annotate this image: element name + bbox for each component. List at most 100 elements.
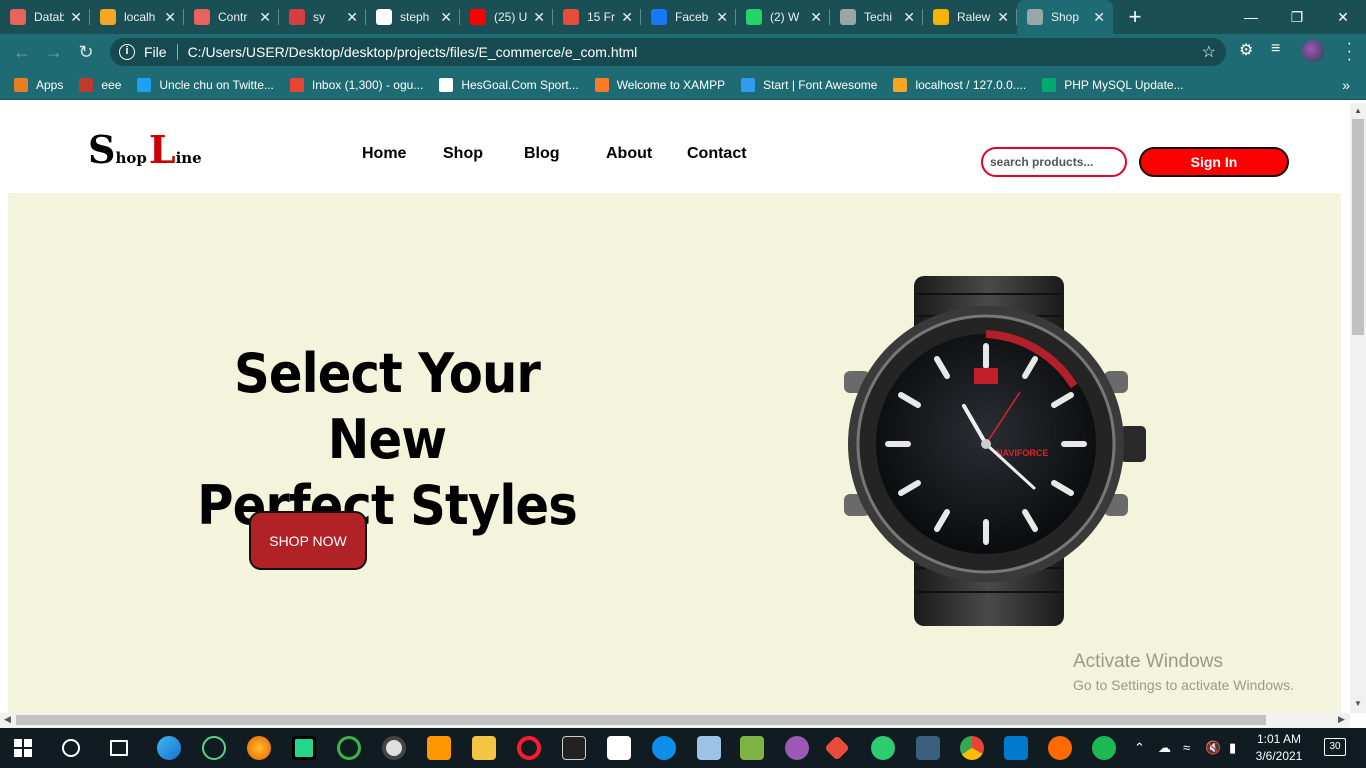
atom-icon[interactable] xyxy=(202,736,226,760)
horizontal-scrollbar[interactable]: ◀ ▶ xyxy=(0,713,1350,728)
nav-about[interactable]: About xyxy=(606,145,652,163)
tab-close-icon[interactable]: ✕ xyxy=(440,9,452,26)
tab-close-icon[interactable]: ✕ xyxy=(621,9,633,26)
scroll-right-icon[interactable]: ▶ xyxy=(1338,714,1345,725)
scroll-down-icon[interactable]: ▼ xyxy=(1354,699,1362,708)
browser-tab[interactable]: Techi ✕ xyxy=(830,0,923,34)
browser-tab[interactable]: Contr ✕ xyxy=(184,0,279,34)
tab-close-icon[interactable]: ✕ xyxy=(903,9,915,26)
bookmark-item[interactable]: eee xyxy=(79,77,121,92)
battery-icon[interactable]: ▮ xyxy=(1229,740,1236,756)
tab-close-icon[interactable]: ✕ xyxy=(533,9,545,26)
extensions-puzzle-icon[interactable]: ⚙ xyxy=(1239,40,1253,60)
restore-icon[interactable]: ❐ xyxy=(1274,0,1320,34)
close-window-icon[interactable]: ✕ xyxy=(1320,0,1366,34)
bookmark-item[interactable]: Uncle chu on Twitte... xyxy=(137,77,274,92)
media-player-icon[interactable] xyxy=(382,736,406,760)
menu-kebab-icon[interactable]: · · · xyxy=(1347,36,1352,68)
vertical-scrollbar[interactable]: ▲ ▼ xyxy=(1350,103,1366,713)
nav-shop[interactable]: Shop xyxy=(443,145,483,163)
chart-app-icon[interactable] xyxy=(740,736,764,760)
vertical-scroll-thumb[interactable] xyxy=(1352,119,1364,335)
browser-tab[interactable]: (25) U ✕ xyxy=(460,0,553,34)
bookmark-item[interactable]: Start | Font Awesome xyxy=(741,77,877,92)
tray-overflow-icon[interactable]: ⌃ xyxy=(1134,740,1145,756)
chrome-icon[interactable] xyxy=(960,736,984,760)
reload-icon[interactable]: ↻ xyxy=(70,42,102,63)
tab-close-icon[interactable]: ✕ xyxy=(164,9,176,26)
browser-tab[interactable]: Faceb ✕ xyxy=(641,0,736,34)
mysql-workbench-icon[interactable] xyxy=(916,736,940,760)
task-view-icon[interactable] xyxy=(110,740,128,756)
bookmark-label: Welcome to XAMPP xyxy=(616,77,726,92)
onedrive-icon[interactable]: ☁ xyxy=(1158,740,1171,756)
back-icon[interactable]: ← xyxy=(6,42,38,63)
browser-tab[interactable]: steph ✕ xyxy=(366,0,460,34)
site-logo[interactable]: S hop L ine xyxy=(88,131,204,169)
browser-tab[interactable]: Shop ✕ xyxy=(1017,0,1113,34)
scroll-up-icon[interactable]: ▲ xyxy=(1354,106,1362,115)
profile-avatar[interactable] xyxy=(1302,40,1324,62)
site-info-icon[interactable]: i xyxy=(119,44,135,60)
bookmarks-overflow-icon[interactable]: » xyxy=(1342,77,1350,93)
tab-close-icon[interactable]: ✕ xyxy=(70,9,82,26)
logo-text-hop: hop xyxy=(115,149,147,167)
app-tile-icon[interactable] xyxy=(697,736,721,760)
cat-app-icon[interactable] xyxy=(785,736,809,760)
new-tab-button[interactable]: + xyxy=(1123,4,1147,30)
horizontal-scroll-thumb[interactable] xyxy=(16,715,1266,725)
vscode-icon[interactable] xyxy=(1004,736,1028,760)
nav-blog[interactable]: Blog xyxy=(524,145,560,163)
media-queue-icon[interactable]: ≡ xyxy=(1271,40,1280,58)
edge-icon[interactable] xyxy=(157,736,181,760)
bookmark-item[interactable]: PHP MySQL Update... xyxy=(1042,77,1184,92)
wifi-icon[interactable]: ≈ xyxy=(1183,740,1190,755)
browser-tab[interactable]: Datab ✕ xyxy=(0,0,90,34)
browser-tab[interactable]: Ralew ✕ xyxy=(923,0,1017,34)
bookmark-star-icon[interactable]: ☆ xyxy=(1202,42,1216,62)
tab-close-icon[interactable]: ✕ xyxy=(1093,9,1105,26)
bookmark-item[interactable]: HesGoal.Com Sport... xyxy=(439,77,579,92)
tab-close-icon[interactable]: ✕ xyxy=(346,9,358,26)
system-clock[interactable]: 1:01 AM 3/6/2021 xyxy=(1252,731,1306,765)
browser-tab[interactable]: (2) W ✕ xyxy=(736,0,830,34)
bookmark-item[interactable]: localhost / 127.0.0.... xyxy=(893,77,1026,92)
browser-tab[interactable]: sy ✕ xyxy=(279,0,366,34)
notification-center-badge[interactable]: 30 xyxy=(1324,738,1346,756)
file-explorer-icon[interactable] xyxy=(472,736,496,760)
nav-contact[interactable]: Contact xyxy=(687,145,747,163)
hs-app-icon[interactable] xyxy=(871,736,895,760)
sign-in-button[interactable]: Sign In xyxy=(1139,147,1289,177)
nav-home[interactable]: Home xyxy=(362,145,406,163)
green-circle-app-icon[interactable] xyxy=(337,736,361,760)
bookmark-item[interactable]: Apps xyxy=(14,77,63,92)
shop-now-button[interactable]: SHOP NOW xyxy=(249,511,367,570)
search-input[interactable] xyxy=(981,147,1127,177)
scroll-left-icon[interactable]: ◀ xyxy=(4,714,11,725)
sublime-text-icon[interactable] xyxy=(427,736,451,760)
pycharm-icon[interactable] xyxy=(292,736,316,760)
url-text[interactable]: C:/Users/USER/Desktop/desktop/projects/f… xyxy=(188,44,638,60)
teamviewer-icon[interactable] xyxy=(652,736,676,760)
volume-muted-icon[interactable]: 🔇 xyxy=(1205,740,1221,756)
tab-close-icon[interactable]: ✕ xyxy=(997,9,1009,26)
microsoft-store-icon[interactable] xyxy=(607,736,631,760)
tab-close-icon[interactable]: ✕ xyxy=(810,9,822,26)
search-cortana-icon[interactable] xyxy=(62,739,80,757)
firefox-icon[interactable] xyxy=(247,736,271,760)
terminal-icon[interactable] xyxy=(562,736,586,760)
windows-start-icon[interactable] xyxy=(14,739,32,757)
bookmark-item[interactable]: Inbox (1,300) - ogu... xyxy=(289,77,423,92)
forward-icon[interactable]: → xyxy=(38,42,70,63)
address-bar[interactable]: i File C:/Users/USER/Desktop/desktop/pro… xyxy=(110,38,1226,66)
postman-icon[interactable] xyxy=(1048,736,1072,760)
tab-close-icon[interactable]: ✕ xyxy=(259,9,271,26)
minimize-icon[interactable]: — xyxy=(1228,0,1274,34)
bookmark-item[interactable]: Welcome to XAMPP xyxy=(594,77,726,92)
browser-tab[interactable]: 15 Fr ✕ xyxy=(553,0,641,34)
git-icon[interactable] xyxy=(824,735,850,761)
spotify-icon[interactable] xyxy=(1092,736,1116,760)
opera-icon[interactable] xyxy=(517,736,541,760)
browser-tab[interactable]: localh ✕ xyxy=(90,0,184,34)
tab-close-icon[interactable]: ✕ xyxy=(716,9,728,26)
